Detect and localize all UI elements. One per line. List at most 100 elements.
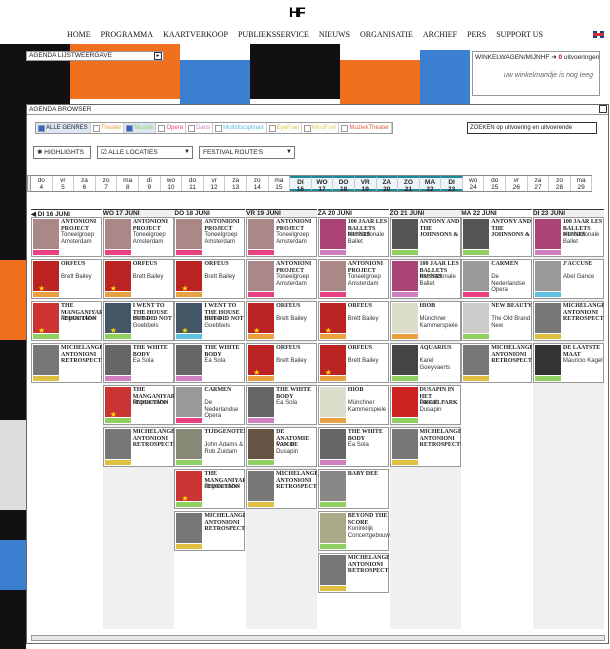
event-thumbnail[interactable] <box>104 429 131 459</box>
event-thumbnail[interactable] <box>463 345 490 375</box>
genre-filter[interactable]: MindFuel <box>302 123 340 133</box>
date-cell[interactable]: WO 17 <box>311 176 334 193</box>
event-title[interactable]: J'ACCUSE <box>563 261 604 268</box>
event-tile[interactable]: ★ ORFEUS Brett Bailey <box>246 343 318 383</box>
date-cell[interactable]: zo 28 <box>549 176 571 191</box>
event-thumbnail[interactable] <box>391 261 418 291</box>
event-tile[interactable]: DE LAATSTE MAAT Mauricio Kagel <box>532 343 604 383</box>
event-tile[interactable]: MICHELANGELO ANTONIONI RETROSPECTIEF <box>246 469 318 509</box>
event-thumbnail[interactable] <box>33 219 59 249</box>
event-tile[interactable]: ANTONIONI PROJECT Toneelgroep Amsterdam <box>246 217 318 257</box>
event-title[interactable]: ANTONIONI PROJECT <box>276 261 317 274</box>
event-tile[interactable]: DE ANATOMIE VAN DE MELANCHOLIEPascal Dus… <box>246 427 318 467</box>
event-tile[interactable]: ANTONY AND THE JOHNSONS & METROPOLE ORKE… <box>461 217 533 257</box>
event-tile[interactable]: ★I WENT TO THE HOUSE BUT DID NOT ENTERHe… <box>102 301 174 341</box>
event-tile[interactable]: 100 JAAR LES BALLETS RUSSES Het Nationale… <box>532 217 604 257</box>
event-thumbnail[interactable] <box>33 345 59 375</box>
event-thumbnail[interactable] <box>248 303 275 333</box>
nav-item[interactable]: ORGANISATIE <box>360 30 413 39</box>
event-title[interactable]: ANTONIONI PROJECT <box>61 219 102 232</box>
event-title[interactable]: ANTONIONI PROJECT <box>348 261 389 274</box>
date-cell[interactable]: do 4 <box>31 176 53 191</box>
genre-filter[interactable]: MuziekTheater <box>339 123 393 133</box>
event-tile[interactable]: ★ THE MANGANIYAR SEDUCTION Roysten Abel <box>102 385 174 425</box>
date-cell[interactable]: vr 26 <box>506 176 528 191</box>
nav-item[interactable]: PROGRAMMA <box>101 30 153 39</box>
event-thumbnail[interactable] <box>319 513 346 543</box>
festival-routes-select[interactable]: FESTIVAL ROUTE'S ▼ <box>199 146 295 159</box>
event-thumbnail[interactable] <box>176 513 203 543</box>
event-thumbnail[interactable] <box>248 261 275 291</box>
date-cell[interactable]: za 6 <box>74 176 96 191</box>
event-title[interactable]: ORFEUS <box>348 345 389 352</box>
event-title[interactable]: MICHELANGELO ANTONIONI RETROSPECTIEF <box>276 471 317 491</box>
event-title[interactable]: TIJDGENOTEN <box>204 429 245 436</box>
event-thumbnail[interactable] <box>319 555 346 585</box>
genre-checkbox[interactable] <box>215 124 223 132</box>
genre-filter[interactable]: Theater <box>91 123 125 133</box>
event-tile[interactable]: CARMEN De Nederlandse Opera <box>461 259 533 299</box>
date-cell[interactable]: DI 16 <box>290 176 312 193</box>
date-cell[interactable]: wo 24 <box>463 176 485 191</box>
agenda-list-panel[interactable]: AGENDA LIJSTWEERGAVE ▸ <box>26 51 164 61</box>
genre-checkbox[interactable] <box>188 124 196 132</box>
english-flag-icon[interactable] <box>593 31 604 38</box>
event-tile[interactable]: ANTONIONI PROJECT Toneelgroep Amsterdam <box>174 217 246 257</box>
event-tile[interactable]: 100 JAAR LES BALLETS RUSSES Het Nationale… <box>317 217 389 257</box>
event-thumbnail[interactable] <box>176 387 203 417</box>
event-title[interactable]: ORFEUS <box>276 345 317 352</box>
event-thumbnail[interactable] <box>391 345 418 375</box>
event-thumbnail[interactable] <box>104 345 131 375</box>
event-thumbnail[interactable] <box>534 345 561 375</box>
event-thumbnail[interactable] <box>248 429 275 459</box>
date-cell[interactable]: zo 7 <box>96 176 118 191</box>
event-tile[interactable]: 100 JAAR LES BALLETS RUSSES Het Nationale… <box>389 259 461 299</box>
event-tile[interactable]: NEW BEAUTY The Old Brand New <box>461 301 533 341</box>
event-tile[interactable]: ANTONIONI PROJECT Toneelgroep Amsterdam <box>31 217 102 257</box>
genre-checkbox[interactable] <box>341 124 349 132</box>
event-thumbnail[interactable] <box>104 261 131 291</box>
event-thumbnail[interactable] <box>391 219 418 249</box>
event-tile[interactable]: AQUARIUS Karel Goeyvaerts <box>389 343 461 383</box>
event-title[interactable]: BABY DEE <box>348 471 389 478</box>
event-tile[interactable]: ANTONIONI PROJECT Toneelgroep Amsterdam <box>102 217 174 257</box>
genre-filter[interactable]: Dans <box>186 123 214 133</box>
event-thumbnail[interactable] <box>319 219 346 249</box>
genre-checkbox[interactable] <box>38 124 45 132</box>
event-thumbnail[interactable] <box>176 219 203 249</box>
event-title[interactable]: MICHELANGELO ANTONIONI RETROSPECTIEF <box>491 345 532 365</box>
event-thumbnail[interactable] <box>33 303 59 333</box>
event-title[interactable]: AQUARIUS <box>420 345 461 352</box>
date-cell[interactable]: VR 19 <box>354 176 377 193</box>
event-thumbnail[interactable] <box>33 261 59 291</box>
event-tile[interactable]: ★ ORFEUS Brett Bailey <box>31 259 102 299</box>
event-tile[interactable]: DUSAPIN IN HET ORGELPARK Pascal Dusapin <box>389 385 461 425</box>
event-tile[interactable]: ANTONY AND THE JOHNSONS & METROPOLE ORKE… <box>389 217 461 257</box>
event-tile[interactable]: MICHELANGELO ANTONIONI RETROSPECTIEF <box>389 427 461 467</box>
event-thumbnail[interactable] <box>534 261 561 291</box>
date-cell[interactable]: MA 22 <box>419 176 442 193</box>
event-thumbnail[interactable] <box>534 219 561 249</box>
event-tile[interactable]: ★ ORFEUS Brett Bailey <box>317 343 389 383</box>
highlights-button[interactable]: ✺ HIGHLIGHTS <box>33 146 91 159</box>
event-tile[interactable]: ★ THE MANGANIYAR SEDUCTION Roysten Abel <box>174 469 246 509</box>
cart-title-row[interactable]: WINKELWAGEN/MIJNHF ➜ 0 uitvoeringen <box>473 52 599 62</box>
event-tile[interactable]: THE WHITE BODY Ea Sola <box>102 343 174 383</box>
genre-checkbox[interactable] <box>303 124 311 132</box>
event-tile[interactable]: HIOB Münchner Kammerspiele <box>317 385 389 425</box>
event-title[interactable]: ANTONIONI PROJECT <box>204 219 245 232</box>
event-thumbnail[interactable] <box>104 219 131 249</box>
event-title[interactable]: MICHELANGELO ANTONIONI RETROSPECTIEF <box>420 429 461 449</box>
event-tile[interactable]: MICHELANGELO ANTONIONI RETROSPECTIEF <box>31 343 102 383</box>
date-cell[interactable]: DO 18 <box>333 176 355 193</box>
event-thumbnail[interactable] <box>104 303 131 333</box>
event-tile[interactable]: MICHELANGELO ANTONIONI RETROSPECTIEF <box>532 301 604 341</box>
genre-filter[interactable]: Muziek <box>124 123 157 133</box>
genre-filter[interactable]: EyeFuel <box>267 123 302 133</box>
event-title[interactable]: MICHELANGELO ANTONIONI RETROSPECTIEF <box>563 303 604 323</box>
date-cell[interactable]: vr 12 <box>204 176 226 191</box>
event-tile[interactable]: THE WHITE BODY Ea Sola <box>317 427 389 467</box>
genre-checkbox[interactable] <box>92 124 100 132</box>
genre-checkbox[interactable] <box>126 124 134 132</box>
search-input[interactable]: ZOEKEN op uitvoering en uitvoerende <box>467 122 597 134</box>
